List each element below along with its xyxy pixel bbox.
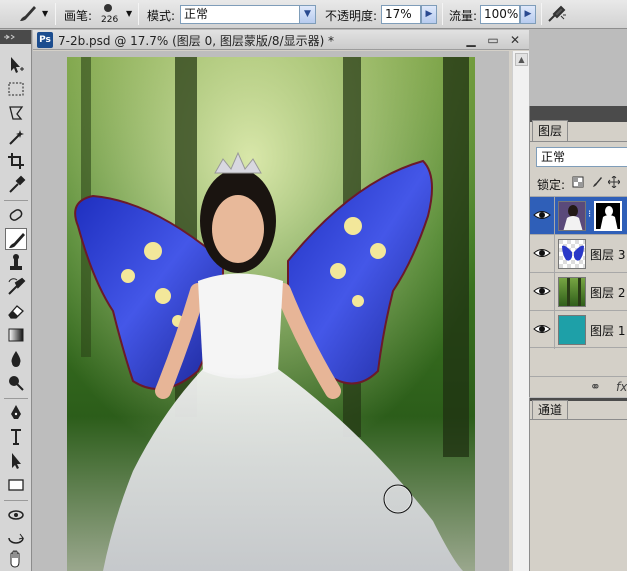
blur-tool-icon[interactable] [5, 348, 27, 370]
brush-picker-dropdown-icon[interactable]: ▼ [126, 9, 132, 18]
layer-name: 图层 1 [590, 324, 626, 338]
mode-select-value: 正常 [184, 7, 209, 21]
toolbox [0, 30, 32, 571]
rectangle-tool-icon[interactable] [5, 474, 27, 496]
crop-tool-icon[interactable] [5, 150, 27, 172]
photoshop-document-icon: Ps [37, 32, 53, 48]
vertical-scrollbar[interactable]: ▲ [512, 51, 529, 571]
history-brush-tool-icon[interactable] [5, 276, 27, 298]
toolbox-grip[interactable] [0, 30, 31, 44]
brush-tool-icon[interactable] [16, 3, 40, 25]
mode-dropdown-arrow-icon[interactable]: ▼ [299, 6, 315, 23]
blend-mode-value: 正常 [541, 150, 566, 164]
layer-row[interactable]: 图层 1 [530, 310, 627, 349]
3d-orbit-tool-icon[interactable] [5, 526, 27, 548]
pen-tool-icon[interactable] [5, 402, 27, 424]
move-tool-icon[interactable] [5, 54, 27, 76]
opacity-label: 不透明度: [325, 9, 378, 23]
lock-pixels-brush-icon[interactable] [590, 176, 604, 190]
flow-slider-arrow-icon[interactable]: ▶ [520, 5, 536, 24]
lock-transparency-icon[interactable] [571, 176, 585, 190]
airbrush-icon[interactable] [546, 4, 568, 24]
tab-channels[interactable]: 通道 [532, 400, 568, 420]
layers-panel-footer: ⚭ fx [530, 376, 627, 398]
clone-stamp-tool-icon[interactable] [5, 252, 27, 274]
lasso-tool-icon[interactable] [5, 102, 27, 124]
layer-visibility-toggle[interactable] [530, 273, 555, 311]
layers-panel: 图层 正常 锁定: ⁝ 图层 3 图层 2 图层 1 ⚭ fx [529, 106, 627, 397]
mode-select[interactable]: 正常 [180, 5, 316, 24]
layer-style-fx-icon[interactable]: fx [616, 380, 627, 394]
flow-input[interactable]: 100% [480, 5, 520, 24]
flow-label: 流量: [449, 9, 478, 23]
layer-mask-thumbnail[interactable] [594, 201, 622, 231]
options-bar: ▼ 画笔: 226 ▼ 模式: 正常 ▼ 不透明度: 17% ▶ 流量: 100… [0, 0, 627, 29]
scroll-up-arrow-icon[interactable]: ▲ [515, 53, 528, 66]
tool-preset-dropdown-icon[interactable]: ▼ [42, 9, 48, 18]
opacity-slider-arrow-icon[interactable]: ▶ [421, 5, 437, 24]
document-image[interactable] [33, 51, 509, 571]
opacity-value: 17% [385, 7, 412, 21]
eyedropper-tool-icon[interactable] [5, 174, 27, 196]
flow-value: 100% [484, 7, 519, 21]
layer-row[interactable]: 图层 2 [530, 272, 627, 311]
options-separator [55, 3, 56, 25]
lock-position-move-icon[interactable] [607, 175, 621, 190]
link-layers-icon[interactable]: ⚭ [590, 380, 601, 395]
options-separator [138, 3, 139, 25]
lock-label: 锁定: [537, 178, 566, 192]
lock-row: 锁定: [537, 175, 627, 192]
hand-tool-icon[interactable] [5, 548, 27, 570]
options-separator [442, 3, 443, 25]
marquee-tool-icon[interactable] [5, 78, 27, 100]
type-tool-icon[interactable] [5, 426, 27, 448]
eye-icon [533, 287, 551, 295]
mode-label: 模式: [147, 9, 176, 23]
minimize-button[interactable]: ▁ [463, 32, 479, 48]
healing-brush-tool-icon[interactable] [5, 204, 27, 226]
layer-name: 图层 2 [590, 286, 626, 300]
eye-icon [533, 249, 551, 257]
canvas-area[interactable] [33, 51, 509, 571]
layer-mask-link-icon[interactable]: ⁝ [588, 209, 591, 220]
brush-tool-icon[interactable] [5, 228, 27, 250]
path-selection-tool-icon[interactable] [5, 450, 27, 472]
3d-rotate-tool-icon[interactable] [5, 504, 27, 526]
options-separator [541, 3, 542, 25]
toolbox-separator [4, 398, 28, 399]
layer-row[interactable]: 图层 3 [530, 234, 627, 273]
toolbox-separator [4, 200, 28, 201]
eye-icon [533, 211, 551, 219]
document-window: Ps 7-2b.psd @ 17.7% (图层 0, 图层蒙版/8/显示器) *… [33, 30, 529, 571]
document-title-bar[interactable]: Ps 7-2b.psd @ 17.7% (图层 0, 图层蒙版/8/显示器) *… [33, 30, 529, 50]
gradient-tool-icon[interactable] [5, 324, 27, 346]
brush-label: 画笔: [64, 9, 93, 23]
brush-size-text: 226 [101, 15, 119, 25]
layers-panel-body: 正常 锁定: ⁝ 图层 3 图层 2 图层 1 ⚭ fx [530, 141, 627, 397]
document-title: 7-2b.psd @ 17.7% (图层 0, 图层蒙版/8/显示器) * [58, 34, 335, 48]
restore-button[interactable]: ▭ [485, 32, 501, 48]
brush-preview-dot-icon[interactable] [104, 4, 112, 12]
layer-thumbnail-butterfly-wings [558, 239, 586, 269]
layer-row[interactable]: ⁝ [530, 196, 627, 235]
dodge-tool-icon[interactable] [5, 372, 27, 394]
blend-mode-select[interactable]: 正常 [536, 147, 627, 167]
close-button[interactable]: ✕ [507, 32, 523, 48]
layer-name: 图层 3 [590, 248, 626, 262]
layer-thumbnail-teal-fill [558, 315, 586, 345]
layer-visibility-toggle[interactable] [530, 235, 555, 273]
eye-icon [533, 325, 551, 333]
opacity-input[interactable]: 17% [381, 5, 421, 24]
magic-wand-tool-icon[interactable] [5, 126, 27, 148]
layer-thumbnail-bride [558, 201, 586, 231]
layer-thumbnail-forest [558, 277, 586, 307]
channels-panel: 通道 [529, 398, 627, 571]
toolbox-separator [4, 500, 28, 501]
tab-layers[interactable]: 图层 [532, 120, 568, 142]
channels-panel-body [530, 419, 627, 571]
layer-visibility-toggle[interactable] [530, 311, 555, 349]
eraser-tool-icon[interactable] [5, 300, 27, 322]
layer-visibility-toggle[interactable] [530, 197, 555, 235]
